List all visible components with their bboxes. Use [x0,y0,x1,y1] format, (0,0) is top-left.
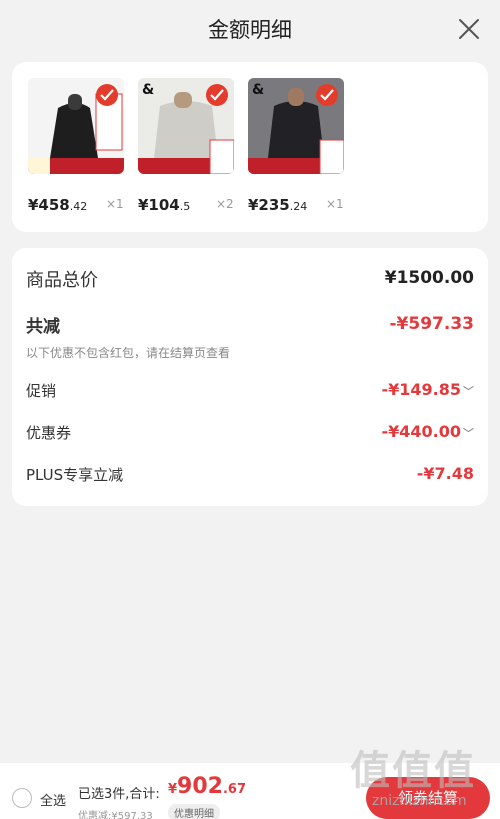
coupon-value: -¥440.00 ﹀ [381,422,474,441]
product-item[interactable]: & ¥104.5 ×2 [138,78,234,214]
product-thumbnail[interactable] [28,78,124,174]
product-quantity: ×2 [216,197,234,211]
product-price-line: ¥458.42 ×1 [28,195,138,214]
reduce-label: 共减 [26,317,60,337]
product-item[interactable]: & ¥235.24 ×1 [248,78,344,214]
promo-value: -¥149.85 ﹀ [381,380,474,399]
product-price-line: ¥104.5 ×2 [138,195,248,214]
discount-note: 以下优惠不包含红包，请在结算页查看 [26,346,231,360]
promo-label: 促销 [26,382,57,400]
total-price: ¥902.67 [168,774,247,799]
checked-icon[interactable] [206,84,228,106]
chevron-down-icon: ﹀ [463,427,474,440]
checkout-button[interactable]: 领券结算 [366,777,490,819]
plus-row: PLUS专享立减 -¥7.48 [26,460,474,490]
product-price: ¥235.24 [248,196,308,214]
goods-card: ¥458.42 ×1 & ¥104.5 ×2 & ¥235.24 ×1 [12,62,488,232]
page-title: 金额明细 [208,18,292,42]
product-price: ¥458.42 [28,196,88,214]
checked-icon[interactable] [96,84,118,106]
goods-total-label: 商品总价 [26,270,98,291]
product-quantity: ×1 [106,197,124,211]
product-thumbnail[interactable]: & [138,78,234,174]
plus-value: -¥7.48 [416,464,474,483]
checkout-bar: 全选 已选3件,合计: ¥902.67 优惠减:¥597.33 优惠明细 领券结… [0,763,500,819]
product-price-line: ¥235.24 ×1 [248,195,358,214]
checked-icon[interactable] [316,84,338,106]
svg-text:&: & [252,82,264,98]
chevron-down-icon: ﹀ [463,385,474,398]
product-price: ¥104.5 [138,196,191,214]
close-icon[interactable] [456,16,482,42]
coupon-row[interactable]: 优惠券 -¥440.00 ﹀ [26,418,474,448]
select-all-radio[interactable] [12,788,32,808]
reduce-row: 共减 -¥597.33 [26,310,474,340]
select-all-label[interactable]: 全选 [40,790,66,809]
coupon-label: 优惠券 [26,424,72,442]
summary-card: 商品总价 ¥1500.00 共减 -¥597.33 以下优惠不包含红包，请在结算… [12,248,488,506]
product-thumbnail[interactable]: & [248,78,344,174]
reduce-value: -¥597.33 [389,314,475,334]
product-quantity: ×1 [326,197,344,211]
goods-total-value: ¥1500.00 [384,268,474,288]
discount-detail-button[interactable]: 优惠明细 [168,804,220,819]
plus-label: PLUS专享立减 [26,466,124,484]
goods-total-row: 商品总价 ¥1500.00 [26,264,474,294]
product-item[interactable]: ¥458.42 ×1 [28,78,124,214]
discount-summary: 优惠减:¥597.33 [78,811,153,819]
svg-text:&: & [142,82,154,98]
selected-count: 已选3件,合计: [78,787,160,802]
promo-row[interactable]: 促销 -¥149.85 ﹀ [26,376,474,406]
modal-header: 金额明细 [0,0,500,58]
